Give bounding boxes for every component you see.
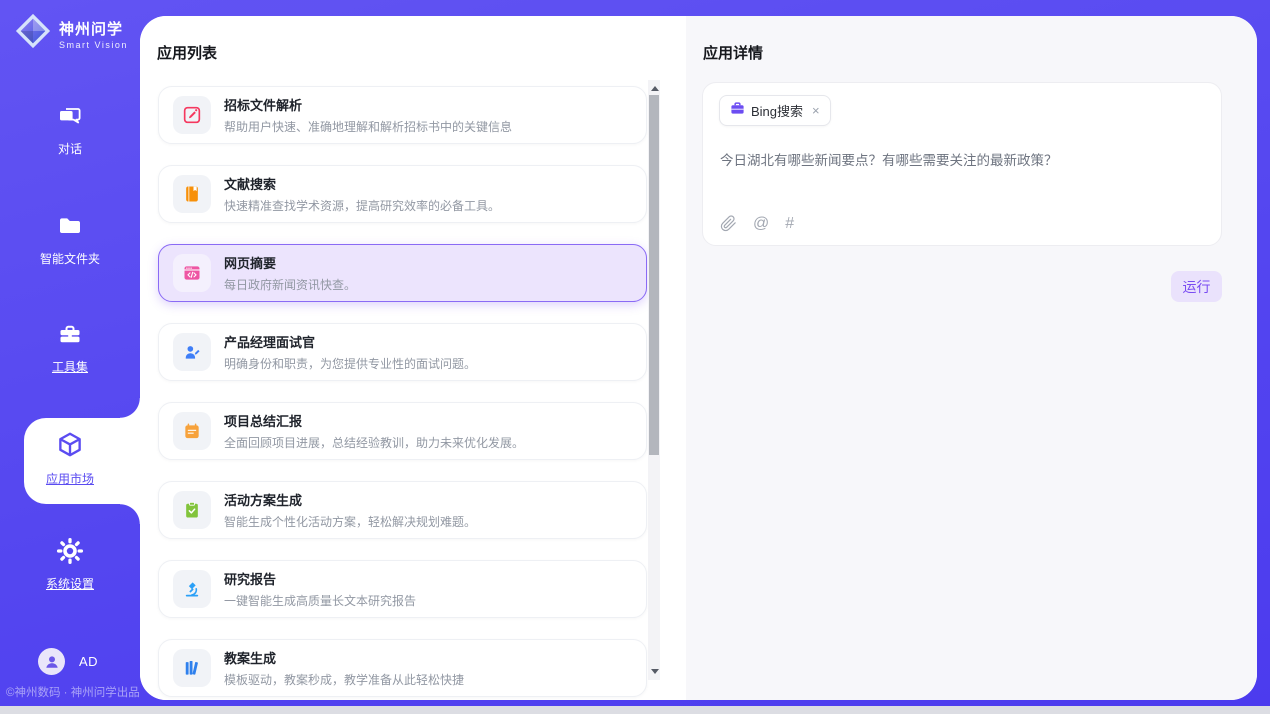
- sidebar-item-label: 工具集: [52, 358, 88, 375]
- close-icon[interactable]: ×: [812, 103, 820, 118]
- sidebar: 神州问学 Smart Vision 对话 智能文件夹: [0, 0, 140, 706]
- app-description: 每日政府新闻资讯快查。: [224, 276, 356, 293]
- app-window: 神州问学 Smart Vision 对话 智能文件夹: [0, 0, 1270, 714]
- sidebar-item-label: 应用市场: [46, 470, 94, 487]
- diamond-logo-icon: [14, 12, 52, 55]
- clipboard-check-icon: [173, 491, 211, 529]
- scroll-down-arrow-icon[interactable]: [651, 669, 659, 674]
- app-list-panel: 应用列表 招标文件解析 帮助用户快速、准确地理解和解析招标书中的关键信息: [140, 16, 686, 700]
- paperclip-icon[interactable]: [720, 215, 737, 232]
- app-detail-title: 应用详情: [703, 42, 763, 63]
- sidebar-item-toolset[interactable]: 工具集: [0, 318, 140, 376]
- scrollbar-thumb[interactable]: [649, 95, 659, 455]
- app-title: 研究报告: [224, 569, 416, 588]
- app-card-bid-analysis[interactable]: 招标文件解析 帮助用户快速、准确地理解和解析招标书中的关键信息: [158, 86, 647, 144]
- hash-icon[interactable]: #: [785, 216, 794, 232]
- app-description: 模板驱动，教案秒成，教学准备从此轻松快捷: [224, 671, 464, 688]
- app-title: 项目总结汇报: [224, 411, 524, 430]
- book-icon: [173, 175, 211, 213]
- app-description: 帮助用户快速、准确地理解和解析招标书中的关键信息: [224, 118, 512, 135]
- app-card-literature-search[interactable]: 文献搜索 快速精准查找学术资源，提高研究效率的必备工具。: [158, 165, 647, 223]
- app-card-research-report[interactable]: 研究报告 一键智能生成高质量长文本研究报告: [158, 560, 647, 618]
- mention-icon[interactable]: @: [753, 216, 769, 232]
- brand-subtitle: Smart Vision: [59, 40, 128, 50]
- cube-icon: [55, 430, 85, 465]
- sidebar-item-settings[interactable]: 系统设置: [0, 535, 140, 593]
- app-card-lesson-plan[interactable]: 教案生成 模板驱动，教案秒成，教学准备从此轻松快捷: [158, 639, 647, 697]
- avatar: [38, 648, 65, 675]
- folder-icon: [56, 212, 84, 245]
- sidebar-item-app-market[interactable]: 应用市场: [0, 429, 140, 487]
- app-title: 文献搜索: [224, 174, 500, 193]
- interviewer-icon: [173, 333, 211, 371]
- active-nav-fillet-top: [120, 398, 140, 418]
- user-name: AD: [79, 654, 98, 669]
- active-nav-fillet-bottom: [120, 504, 140, 524]
- run-button[interactable]: 运行: [1171, 271, 1222, 302]
- person-icon: [44, 654, 60, 670]
- main-panel: 应用列表 招标文件解析 帮助用户快速、准确地理解和解析招标书中的关键信息: [140, 16, 1257, 700]
- chat-icon: [56, 102, 84, 135]
- pen-edit-icon: [173, 96, 211, 134]
- app-list: 招标文件解析 帮助用户快速、准确地理解和解析招标书中的关键信息 文献搜索: [158, 86, 647, 697]
- app-card-project-summary[interactable]: 项目总结汇报 全面回顾项目进展，总结经验教训，助力未来优化发展。: [158, 402, 647, 460]
- sidebar-item-chat[interactable]: 对话: [0, 100, 140, 158]
- web-code-icon: [173, 254, 211, 292]
- app-description: 智能生成个性化活动方案，轻松解决规划难题。: [224, 513, 476, 530]
- prompt-card: Bing搜索 × 今日湖北有哪些新闻要点？有哪些需要关注的最新政策？ @ #: [702, 82, 1222, 246]
- app-title: 网页摘要: [224, 253, 356, 272]
- brand-name: 神州问学: [59, 18, 128, 39]
- app-description: 一键智能生成高质量长文本研究报告: [224, 592, 416, 609]
- scroll-up-arrow-icon[interactable]: [651, 86, 659, 91]
- microscope-icon: [173, 570, 211, 608]
- app-description: 快速精准查找学术资源，提高研究效率的必备工具。: [224, 197, 500, 214]
- calendar-icon: [173, 412, 211, 450]
- app-card-event-plan[interactable]: 活动方案生成 智能生成个性化活动方案，轻松解决规划难题。: [158, 481, 647, 539]
- sidebar-item-label: 对话: [58, 140, 82, 157]
- app-card-pm-interviewer[interactable]: 产品经理面试官 明确身份和职责，为您提供专业性的面试问题。: [158, 323, 647, 381]
- sidebar-item-smart-folder[interactable]: 智能文件夹: [0, 210, 140, 268]
- books-icon: [173, 649, 211, 687]
- app-description: 明确身份和职责，为您提供专业性的面试问题。: [224, 355, 476, 372]
- app-title: 活动方案生成: [224, 490, 476, 509]
- sidebar-item-label: 系统设置: [46, 575, 94, 592]
- app-title: 教案生成: [224, 648, 464, 667]
- toolbox-icon: [56, 320, 84, 353]
- briefcase-icon: [730, 101, 745, 121]
- prompt-text[interactable]: 今日湖北有哪些新闻要点？有哪些需要关注的最新政策？: [720, 151, 1205, 171]
- app-list-scrollbar[interactable]: [648, 80, 660, 680]
- sidebar-footer-text: ©神州数码 · 神州问学出品: [6, 684, 140, 700]
- app-card-web-summary[interactable]: 网页摘要 每日政府新闻资讯快查。: [158, 244, 647, 302]
- app-description: 全面回顾项目进展，总结经验教训，助力未来优化发展。: [224, 434, 524, 451]
- app-detail-panel: 应用详情 Bing搜索 × 今日湖北有哪些新闻要点？有哪些需要关注的最新政策？: [686, 16, 1257, 700]
- tool-tag-label: Bing搜索: [751, 101, 803, 120]
- brand-logo: 神州问学 Smart Vision: [14, 12, 128, 55]
- app-title: 产品经理面试官: [224, 332, 476, 351]
- user-account[interactable]: AD: [38, 648, 98, 675]
- app-title: 招标文件解析: [224, 95, 512, 114]
- app-list-title: 应用列表: [157, 42, 217, 63]
- composer-toolbar: @ #: [720, 215, 794, 232]
- sidebar-item-label: 智能文件夹: [40, 250, 100, 267]
- gear-icon: [56, 537, 84, 570]
- tool-tag-bing-search[interactable]: Bing搜索 ×: [719, 95, 831, 126]
